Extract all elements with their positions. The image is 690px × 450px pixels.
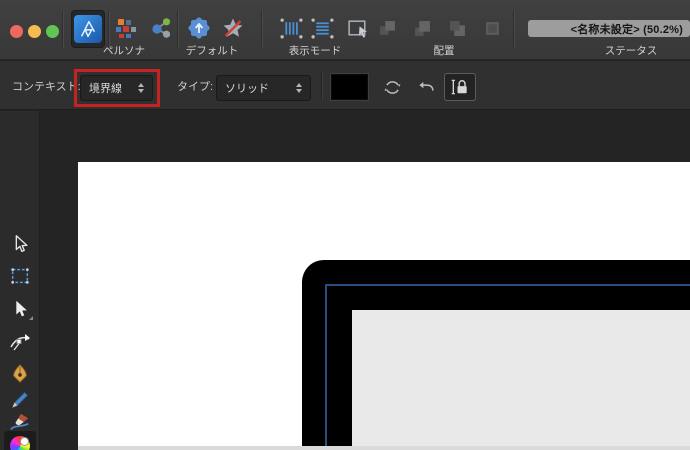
outline-view-button[interactable]	[344, 14, 372, 42]
move-backward-button[interactable]	[448, 19, 466, 37]
circular-arrows-icon	[383, 78, 402, 97]
annotation-red-box	[74, 69, 160, 107]
sync-defaults-icon	[187, 16, 211, 40]
move-to-back-button[interactable]	[483, 19, 501, 37]
retina-view-button[interactable]	[308, 14, 336, 42]
scale-with-object-toggle[interactable]	[444, 73, 476, 101]
tools-panel	[0, 111, 40, 450]
paintbrush-icon	[9, 411, 31, 433]
node-tool[interactable]	[4, 295, 36, 323]
lock-icon	[450, 77, 470, 97]
context-separator	[321, 72, 322, 100]
status-group-label: ステータス	[605, 43, 658, 58]
workspace	[0, 111, 690, 450]
view-mode-group-label: 表示モード	[289, 43, 342, 58]
toolbar-separator	[262, 11, 263, 48]
point-transform-icon	[8, 330, 32, 354]
move-to-front-button[interactable]	[378, 19, 396, 37]
stepper-arrows-icon	[296, 83, 302, 93]
export-persona-icon	[149, 16, 173, 40]
context-label: コンテキスト:	[12, 61, 81, 110]
grid-view-icon	[279, 16, 304, 41]
synchronize-defaults-button[interactable]	[186, 15, 212, 41]
type-label: タイプ:	[177, 61, 213, 110]
move-tool[interactable]	[4, 230, 36, 258]
cursor-icon	[9, 233, 31, 255]
color-wheel-icon	[10, 436, 30, 450]
sync-stroke-button[interactable]	[377, 73, 407, 101]
toolbar-separator	[178, 11, 179, 48]
affinity-designer-window: ペルソナ デフォルト	[0, 0, 690, 450]
pixel-grid-view-button[interactable]	[277, 14, 305, 42]
fill-tool[interactable]	[4, 431, 36, 450]
artboard-icon	[9, 265, 31, 287]
document-status: <名称未設定> (50.2%)	[528, 20, 690, 37]
outline-view-icon	[346, 16, 371, 41]
revert-defaults-button[interactable]	[220, 15, 246, 41]
persona-group-label: ペルソナ	[103, 43, 145, 58]
context-toolbar: コンテキスト: 境界線 タイプ: ソリッド	[0, 61, 690, 110]
artboard-tool[interactable]	[4, 262, 36, 290]
point-transform-tool[interactable]	[4, 328, 36, 356]
pixel-persona-icon	[114, 16, 138, 40]
affinity-designer-icon	[74, 15, 102, 43]
toolbar-separator	[514, 11, 515, 48]
arrange-group-label: 配置	[434, 43, 455, 58]
zoom-button[interactable]	[46, 25, 59, 38]
close-button[interactable]	[10, 25, 23, 38]
revert-defaults-icon	[221, 16, 245, 40]
export-persona-button[interactable]	[148, 15, 174, 41]
inner-gray-panel[interactable]	[352, 310, 690, 446]
minimize-button[interactable]	[28, 25, 41, 38]
node-arrow-icon	[9, 298, 31, 320]
main-toolbar: ペルソナ デフォルト	[0, 0, 690, 60]
toolbar-separator	[63, 11, 64, 48]
curved-arrow-icon	[417, 78, 436, 97]
stroke-color-swatch[interactable]	[331, 74, 368, 100]
reverse-curve-button[interactable]	[411, 73, 441, 101]
defaults-group-label: デフォルト	[186, 43, 239, 58]
move-forward-button[interactable]	[413, 19, 431, 37]
stroke-type-value: ソリッド	[225, 80, 286, 96]
pen-tool[interactable]	[4, 360, 36, 388]
pen-nib-icon	[9, 363, 31, 385]
designer-persona-button[interactable]	[71, 10, 105, 48]
pixel-persona-button[interactable]	[113, 15, 139, 41]
stroke-type-select[interactable]: ソリッド	[216, 75, 311, 101]
page-bottom-edge	[78, 446, 690, 450]
lines-view-icon	[310, 16, 335, 41]
